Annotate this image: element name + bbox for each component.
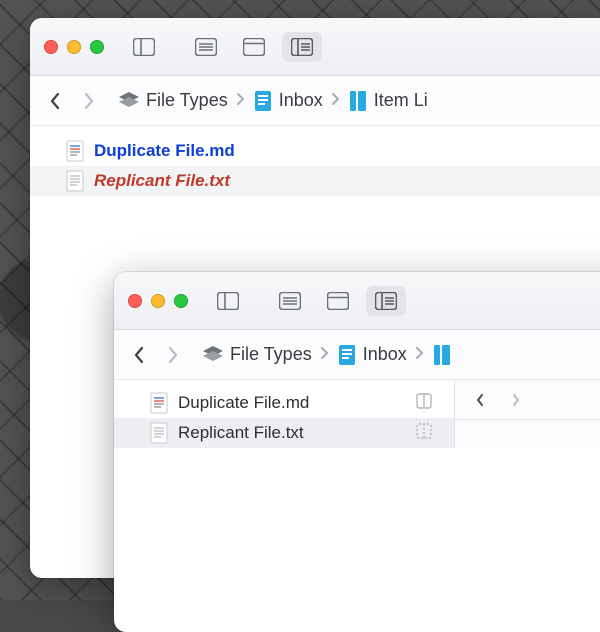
zoom-button[interactable] — [174, 294, 188, 308]
markdown-file-icon — [150, 392, 168, 414]
view-list-button[interactable] — [270, 286, 310, 316]
chevron-left-icon — [49, 92, 61, 110]
preview-toolbar — [455, 380, 600, 420]
breadcrumb-separator — [236, 90, 245, 111]
view-columns-button[interactable] — [282, 32, 322, 62]
file-name: Duplicate File.md — [178, 393, 309, 413]
close-button[interactable] — [44, 40, 58, 54]
crumb-root-label: File Types — [230, 344, 312, 365]
chevron-left-icon — [475, 393, 485, 407]
stack-icon — [202, 345, 224, 365]
chevron-right-icon — [167, 346, 179, 364]
file-name: Replicant File.txt — [178, 423, 304, 443]
breadcrumb: File Types Inbox — [114, 330, 600, 380]
minimize-button[interactable] — [151, 294, 165, 308]
minimize-button[interactable] — [67, 40, 81, 54]
nav-forward-button[interactable] — [74, 84, 104, 118]
chevron-right-icon — [83, 92, 95, 110]
file-row[interactable]: Duplicate File.md — [114, 388, 454, 418]
crumb-root[interactable]: File Types — [114, 88, 232, 113]
right-pane — [454, 380, 600, 448]
window-controls — [44, 40, 104, 54]
left-pane: Duplicate File.md Replicant File.txt — [114, 380, 454, 448]
column-indicator-icon — [416, 423, 432, 444]
nav-back-button[interactable] — [124, 338, 154, 372]
stack-icon — [118, 91, 140, 111]
crumb-inbox[interactable]: Inbox — [249, 88, 327, 114]
chevron-right-icon — [511, 393, 521, 407]
titlebar — [114, 272, 600, 330]
item-icon — [432, 344, 452, 366]
crumb-inbox-label: Inbox — [363, 344, 407, 365]
inbox-icon — [253, 90, 273, 112]
file-name: Duplicate File.md — [94, 141, 235, 161]
item-icon — [348, 90, 368, 112]
nav-back-button[interactable] — [40, 84, 70, 118]
titlebar — [30, 18, 600, 76]
sidebar-toggle-button[interactable] — [208, 286, 248, 316]
breadcrumb: File Types Inbox Item Li — [30, 76, 600, 126]
zoom-button[interactable] — [90, 40, 104, 54]
view-split-button[interactable] — [318, 286, 358, 316]
chevron-left-icon — [133, 346, 145, 364]
crumb-inbox-label: Inbox — [279, 90, 323, 111]
markdown-file-icon — [66, 140, 84, 162]
window-front: File Types Inbox — [114, 272, 600, 632]
crumb-root[interactable]: File Types — [198, 342, 316, 367]
file-row[interactable]: Replicant File.txt — [30, 166, 600, 196]
close-button[interactable] — [128, 294, 142, 308]
nav-forward-button[interactable] — [158, 338, 188, 372]
text-file-icon — [150, 422, 168, 444]
file-row[interactable]: Duplicate File.md — [30, 136, 600, 166]
crumb-root-label: File Types — [146, 90, 228, 111]
crumb-current-label: Item Li — [374, 90, 428, 111]
preview-back-button[interactable] — [465, 383, 495, 417]
inbox-icon — [337, 344, 357, 366]
column-indicator-icon — [416, 393, 432, 414]
sidebar-toggle-button[interactable] — [124, 32, 164, 62]
window-controls — [128, 294, 188, 308]
view-list-button[interactable] — [186, 32, 226, 62]
text-file-icon — [66, 170, 84, 192]
breadcrumb-separator — [331, 90, 340, 111]
view-columns-button[interactable] — [366, 286, 406, 316]
toolbar-view-group — [124, 32, 322, 62]
toolbar-view-group — [208, 286, 406, 316]
preview-forward-button[interactable] — [501, 383, 531, 417]
file-list: Duplicate File.md Replicant File.txt — [30, 126, 600, 196]
view-split-button[interactable] — [234, 32, 274, 62]
breadcrumb-separator — [415, 344, 424, 365]
crumb-current[interactable]: Item Li — [344, 88, 432, 114]
file-row[interactable]: Replicant File.txt — [114, 418, 454, 448]
breadcrumb-separator — [320, 344, 329, 365]
file-name: Replicant File.txt — [94, 171, 230, 191]
split-view: Duplicate File.md Replicant File.txt — [114, 380, 600, 448]
crumb-current[interactable] — [428, 342, 456, 368]
crumb-inbox[interactable]: Inbox — [333, 342, 411, 368]
